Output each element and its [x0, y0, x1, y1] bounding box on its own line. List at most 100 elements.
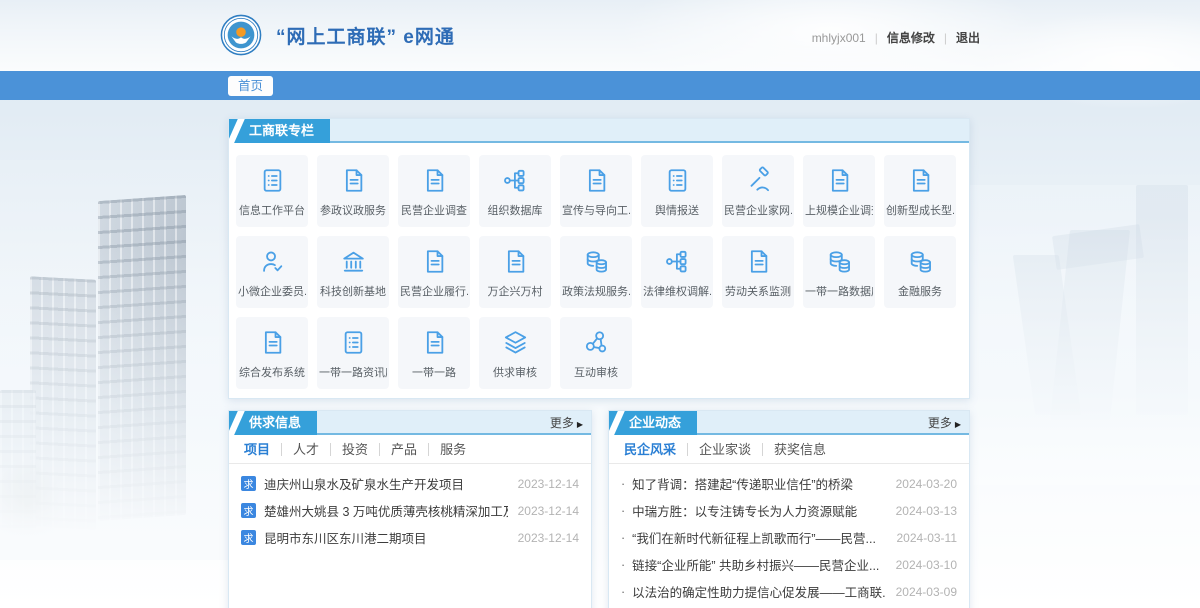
- feature-card[interactable]: 宣传与导向工...: [560, 155, 632, 227]
- item-title: 中瑞方胜：以专注铸专长为人力资源赋能: [632, 501, 885, 520]
- logout-link[interactable]: 退出: [956, 29, 980, 46]
- background-skyline: [965, 185, 1200, 485]
- panel-title-tab: 企业动态: [609, 411, 697, 435]
- user-bar: mhlyjx001 | 信息修改 | 退出: [812, 29, 980, 46]
- feature-card[interactable]: 科技创新基地: [317, 236, 389, 308]
- doclist-icon: [258, 165, 287, 197]
- site-logo-icon: [220, 14, 262, 56]
- panel-title-tab: 工商联专栏: [229, 119, 330, 143]
- gavel-icon: [744, 165, 773, 197]
- news-item[interactable]: · 知了背调：搭建起“传递职业信任”的桥梁 2024-03-20: [609, 470, 969, 497]
- feature-label: 一带一路数据库: [805, 283, 873, 299]
- feature-grid: 信息工作平台 参政议政服务 民营企业调查 组织数据库 宣传与导向工... 舆情报…: [229, 143, 969, 389]
- feature-card[interactable]: 政策法规服务...: [560, 236, 632, 308]
- brand: “网上工商联” e网通: [220, 14, 455, 56]
- supply-list: 求 迪庆州山泉水及矿泉水生产开发项目 2023-12-14 求 楚雄州大姚县 3…: [229, 464, 591, 551]
- username: mhlyjx001: [812, 31, 866, 45]
- feature-label: 组织数据库: [488, 202, 543, 218]
- more-label: 更多: [550, 416, 574, 430]
- bullet-icon: ·: [621, 504, 625, 518]
- item-date: 2024-03-13: [896, 504, 957, 518]
- bank-icon: [339, 246, 368, 278]
- feature-label: 民营企业家网...: [724, 202, 792, 218]
- panel-title-tab: 供求信息: [229, 411, 317, 435]
- divider: |: [875, 31, 878, 45]
- feature-card[interactable]: 上规模企业调查: [803, 155, 875, 227]
- feature-card[interactable]: 劳动关系监测: [722, 236, 794, 308]
- feature-label: 供求审核: [493, 364, 537, 380]
- feature-card[interactable]: 万企兴万村: [479, 236, 551, 308]
- demand-badge: 求: [241, 503, 256, 518]
- feature-card[interactable]: 民营企业调查: [398, 155, 470, 227]
- doclist-icon: [339, 327, 368, 359]
- tab-invest[interactable]: 投资: [330, 443, 379, 456]
- feature-card[interactable]: 金融服务: [884, 236, 956, 308]
- edit-info-link[interactable]: 信息修改: [887, 29, 935, 46]
- doc-icon: [420, 327, 449, 359]
- feature-card[interactable]: 民营企业家网...: [722, 155, 794, 227]
- bullet-icon: ·: [621, 558, 625, 572]
- db-icon: [582, 246, 611, 278]
- more-link[interactable]: 更多▶: [550, 411, 583, 435]
- nav-home-button[interactable]: 首页: [228, 76, 273, 96]
- feature-label: 宣传与导向工...: [562, 202, 630, 218]
- supply-item[interactable]: 求 昆明市东川区东川港二期项目 2023-12-14: [229, 524, 591, 551]
- panel-header: 工商联专栏: [229, 119, 969, 143]
- tab-talent[interactable]: 人才: [281, 443, 330, 456]
- tab-private-enterprise[interactable]: 民企风采: [613, 443, 687, 456]
- feature-card[interactable]: 一带一路: [398, 317, 470, 389]
- tab-services[interactable]: 服务: [428, 443, 477, 456]
- news-item[interactable]: · 中瑞方胜：以专注铸专长为人力资源赋能 2024-03-13: [609, 497, 969, 524]
- feature-card[interactable]: 舆情报送: [641, 155, 713, 227]
- feature-label: 民营企业履行...: [400, 283, 468, 299]
- doc-icon: [339, 165, 368, 197]
- fog-overlay: [965, 185, 1200, 485]
- feature-label: 舆情报送: [655, 202, 699, 218]
- doc-icon: [258, 327, 287, 359]
- tab-entrepreneur-talks[interactable]: 企业家谈: [687, 443, 762, 456]
- tab-projects[interactable]: 项目: [233, 443, 281, 456]
- news-item[interactable]: · 链接“企业所能” 共助乡村振兴——民营企业... 2024-03-10: [609, 551, 969, 578]
- doc-icon: [501, 246, 530, 278]
- feature-card[interactable]: 法律维权调解...: [641, 236, 713, 308]
- enterprise-news-panel: 企业动态 更多▶ 民企风采 企业家谈 获奖信息 · 知了背调：搭建起“传递职业信…: [608, 410, 970, 608]
- feature-label: 民营企业调查: [401, 202, 467, 218]
- feature-card[interactable]: 供求审核: [479, 317, 551, 389]
- item-title: 昆明市东川区东川港二期项目: [264, 528, 508, 547]
- tab-awards-info[interactable]: 获奖信息: [762, 443, 837, 456]
- more-link[interactable]: 更多▶: [928, 411, 961, 435]
- features-panel: 工商联专栏 信息工作平台 参政议政服务 民营企业调查 组织数据库 宣传与导向工.…: [228, 118, 970, 399]
- feature-card[interactable]: 小微企业委员...: [236, 236, 308, 308]
- item-date: 2024-03-09: [896, 585, 957, 599]
- feature-card[interactable]: 民营企业履行...: [398, 236, 470, 308]
- feature-label: 劳动关系监测: [725, 283, 791, 299]
- feature-card[interactable]: 一带一路数据库: [803, 236, 875, 308]
- item-title: “我们在新时代新征程上凯歌而行”——民营...: [632, 528, 886, 547]
- panel-header: 企业动态 更多▶: [609, 411, 969, 435]
- feature-card[interactable]: 一带一路资讯库: [317, 317, 389, 389]
- supply-tabs: 项目 人才 投资 产品 服务: [229, 435, 591, 464]
- supply-item[interactable]: 求 迪庆州山泉水及矿泉水生产开发项目 2023-12-14: [229, 470, 591, 497]
- bullet-icon: ·: [621, 585, 625, 599]
- page-header: “网上工商联” e网通 mhlyjx001 | 信息修改 | 退出: [0, 0, 1200, 71]
- doc-icon: [582, 165, 611, 197]
- feature-label: 科技创新基地: [320, 283, 386, 299]
- fog-overlay: [0, 160, 240, 560]
- feature-card[interactable]: 互动审核: [560, 317, 632, 389]
- item-title: 知了背调：搭建起“传递职业信任”的桥梁: [632, 474, 885, 493]
- feature-card[interactable]: 参政议政服务: [317, 155, 389, 227]
- feature-card[interactable]: 信息工作平台: [236, 155, 308, 227]
- supply-info-panel: 供求信息 更多▶ 项目 人才 投资 产品 服务 求 迪庆州山泉水及矿泉水生产开发…: [228, 410, 592, 608]
- feature-card[interactable]: 组织数据库: [479, 155, 551, 227]
- feature-label: 综合发布系统: [239, 364, 305, 380]
- feature-card[interactable]: 综合发布系统: [236, 317, 308, 389]
- feature-card[interactable]: 创新型成长型...: [884, 155, 956, 227]
- item-date: 2024-03-11: [897, 531, 958, 545]
- news-item[interactable]: · “我们在新时代新征程上凯歌而行”——民营... 2024-03-11: [609, 524, 969, 551]
- site-title: “网上工商联” e网通: [276, 22, 455, 49]
- tab-products[interactable]: 产品: [379, 443, 428, 456]
- demand-badge: 求: [241, 476, 256, 491]
- news-item[interactable]: · 以法治的确定性助力提信心促发展——工商联... 2024-03-09: [609, 578, 969, 605]
- supply-item[interactable]: 求 楚雄州大姚县 3 万吨优质薄壳核桃精深加工及科... 2023-12-14: [229, 497, 591, 524]
- item-date: 2023-12-14: [518, 504, 579, 518]
